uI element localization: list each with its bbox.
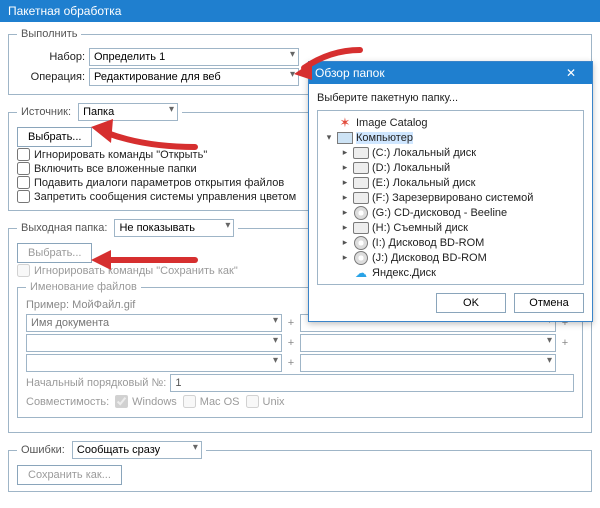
- tree-item-label: Image Catalog: [356, 117, 428, 129]
- drive-icon: [353, 161, 369, 175]
- drive-icon: [353, 221, 369, 235]
- expander-icon[interactable]: ▸: [340, 177, 350, 188]
- naming-field-1: [26, 314, 282, 332]
- set-select[interactable]: Определить 1: [89, 48, 299, 66]
- tree-item[interactable]: ▸ (C:) Локальный диск: [320, 145, 581, 160]
- tree-item[interactable]: ▸ (G:) CD-дисковод - Beeline: [320, 205, 581, 220]
- cd-icon: [353, 206, 369, 220]
- tree-item[interactable]: ▾ Компьютер: [320, 130, 581, 145]
- destination-legend: Выходная папка: Не показывать: [17, 219, 238, 237]
- tree-item[interactable]: ☁Яндекс.Диск: [320, 265, 581, 280]
- cancel-button[interactable]: Отмена: [514, 293, 584, 313]
- tree-item-label: (I:) Дисковод BD-ROM: [372, 237, 484, 249]
- drive-icon: [353, 176, 369, 190]
- destination-choose-button: Выбрать...: [17, 243, 92, 263]
- dialog-titlebar: Обзор папок ✕: [309, 62, 592, 84]
- expander-icon[interactable]: ▸: [340, 252, 350, 263]
- folder-tree[interactable]: ✶Image Catalog ▾ Компьютер ▸ (C:) Локальный …: [317, 110, 584, 285]
- tree-item-label: (E:) Локальный диск: [372, 177, 476, 189]
- window-title: Пакетная обработка: [0, 0, 600, 22]
- compat-mac: Mac OS: [183, 395, 240, 408]
- tree-item[interactable]: ▸ (D:) Локальный: [320, 160, 581, 175]
- operation-select[interactable]: Редактирование для веб: [89, 68, 299, 86]
- dialog-title: Обзор папок: [315, 66, 385, 80]
- naming-field-6: [300, 354, 556, 372]
- tree-item-label: Компьютер: [356, 132, 413, 144]
- destination-select[interactable]: Не показывать: [114, 219, 234, 237]
- expander-icon[interactable]: ▸: [340, 147, 350, 158]
- expander-icon[interactable]: ▸: [340, 222, 350, 233]
- expander-icon[interactable]: ▸: [340, 207, 350, 218]
- plus-icon: +: [556, 337, 574, 349]
- operation-label: Операция:: [17, 71, 89, 83]
- errors-saveas-button: Сохранить как...: [17, 465, 122, 485]
- cd-icon: [353, 236, 369, 250]
- tree-item[interactable]: ▸ (E:) Локальный диск: [320, 175, 581, 190]
- naming-field-5: [26, 354, 282, 372]
- tree-item-label: (F:) Зарезервировано системой: [372, 192, 533, 204]
- close-icon[interactable]: ✕: [556, 64, 586, 82]
- pc-icon: [337, 131, 353, 145]
- errors-group: Ошибки: Сообщать сразу Сохранить как...: [8, 441, 592, 492]
- naming-field-3: [26, 334, 282, 352]
- source-choose-button[interactable]: Выбрать...: [17, 127, 92, 147]
- tree-item-label: Яндекс.Диск: [372, 267, 436, 279]
- cloud-icon: ☁: [353, 266, 369, 280]
- plus-icon: [556, 357, 574, 369]
- drive-icon: [353, 191, 369, 205]
- tree-item[interactable]: ▸ (H:) Съемный диск: [320, 220, 581, 235]
- set-label: Набор:: [17, 51, 89, 63]
- cd-icon: [353, 251, 369, 265]
- tree-item[interactable]: ▸ (J:) Дисковод BD-ROM: [320, 250, 581, 265]
- browse-folder-dialog: Обзор папок ✕ Выберите пакетную папку...…: [308, 61, 593, 322]
- tree-item[interactable]: ✶Image Catalog: [320, 115, 581, 130]
- file-naming-legend: Именование файлов: [26, 281, 141, 293]
- expander-icon[interactable]: ▸: [340, 237, 350, 248]
- tree-item-label: (J:) Дисковод BD-ROM: [372, 252, 487, 264]
- tree-item-label: (C:) Локальный диск: [372, 147, 476, 159]
- expander-icon[interactable]: ▸: [340, 192, 350, 203]
- naming-field-4: [300, 334, 556, 352]
- expander-icon[interactable]: ▸: [340, 162, 350, 173]
- start-number-label: Начальный порядковый №:: [26, 377, 166, 389]
- compat-label: Совместимость:: [26, 396, 109, 408]
- star-icon: ✶: [337, 116, 353, 130]
- plus-icon: +: [282, 317, 300, 329]
- tree-item-label: (D:) Локальный: [372, 162, 450, 174]
- errors-select[interactable]: Сообщать сразу: [72, 441, 202, 459]
- tree-item[interactable]: ▸ (I:) Дисковод BD-ROM: [320, 235, 581, 250]
- errors-legend: Ошибки: Сообщать сразу: [17, 441, 206, 459]
- tree-item-label: (H:) Съемный диск: [372, 222, 468, 234]
- source-legend: Источник: Папка: [17, 103, 182, 121]
- ok-button[interactable]: OK: [436, 293, 506, 313]
- dialog-instruction: Выберите пакетную папку...: [317, 92, 584, 104]
- tree-item-label: (G:) CD-дисковод - Beeline: [372, 207, 507, 219]
- compat-unix: Unix: [246, 395, 285, 408]
- plus-icon: +: [282, 337, 300, 349]
- execute-legend: Выполнить: [17, 28, 81, 40]
- tree-item[interactable]: ▸ (F:) Зарезервировано системой: [320, 190, 581, 205]
- expander-icon[interactable]: ▾: [324, 132, 334, 143]
- drive-icon: [353, 146, 369, 160]
- source-type-select[interactable]: Папка: [78, 103, 178, 121]
- start-number-input: [170, 374, 574, 392]
- compat-windows: Windows: [115, 395, 177, 408]
- plus-icon: +: [282, 357, 300, 369]
